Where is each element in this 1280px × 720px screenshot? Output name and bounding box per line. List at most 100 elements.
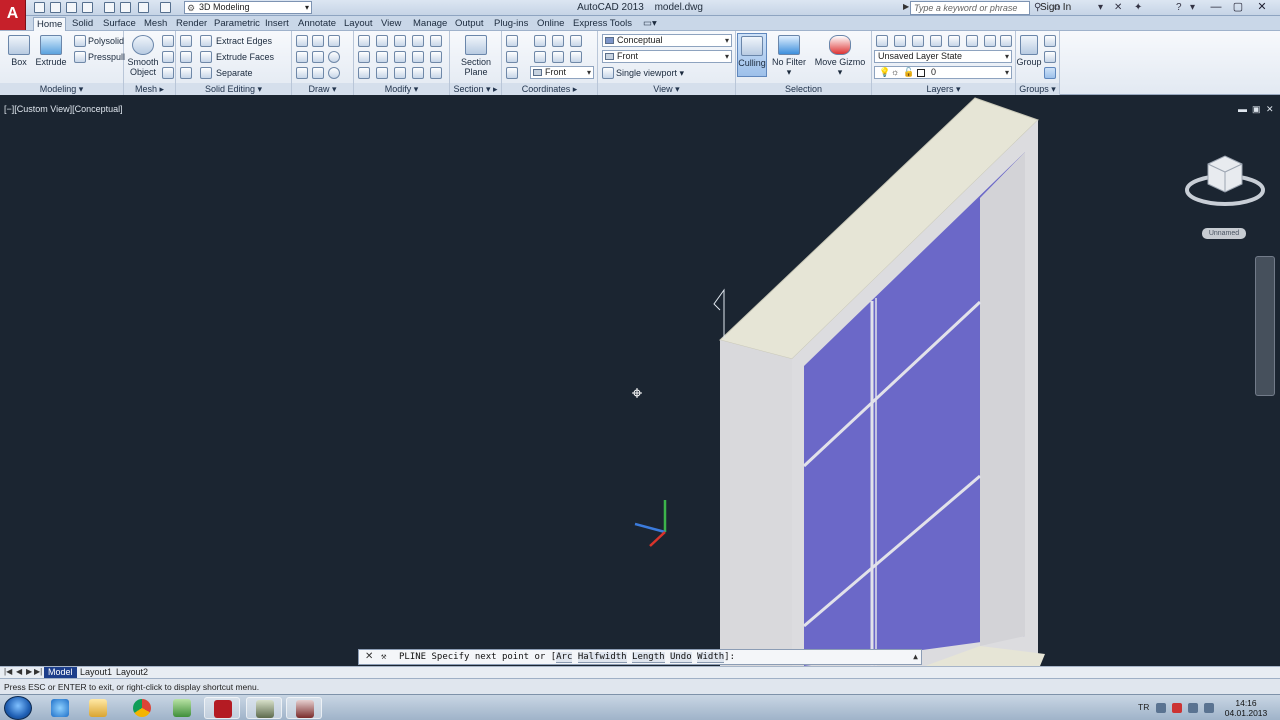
layer-properties-icon[interactable] xyxy=(876,35,888,47)
ucs-x-icon[interactable] xyxy=(534,51,546,63)
autocad-3-taskbar-icon[interactable] xyxy=(286,697,322,719)
fillet-icon[interactable] xyxy=(430,51,442,63)
minimize-button[interactable]: — xyxy=(1206,0,1226,15)
save-as-icon[interactable] xyxy=(82,2,93,13)
ucs-world-icon[interactable] xyxy=(534,35,546,47)
tab-view[interactable]: View xyxy=(378,17,404,31)
mesh-tool-icon-2[interactable] xyxy=(162,51,174,63)
new-file-icon[interactable] xyxy=(34,2,45,13)
redo-icon[interactable] xyxy=(160,2,171,13)
tab-render[interactable]: Render xyxy=(173,17,210,31)
union-icon[interactable] xyxy=(180,35,192,47)
ucs-origin-icon[interactable] xyxy=(552,35,564,47)
ucs-named-icon[interactable] xyxy=(506,67,518,79)
visual-style-dropdown[interactable]: Conceptual ▾ xyxy=(602,34,732,47)
layer-off-icon[interactable] xyxy=(948,35,960,47)
first-layout-icon[interactable]: |◀ xyxy=(4,667,12,676)
last-layout-icon[interactable]: ▶| xyxy=(34,667,42,676)
move-gizmo-button[interactable]: Move Gizmo ▾ xyxy=(814,33,866,77)
tab-output[interactable]: Output xyxy=(452,17,487,31)
close-command-line-icon[interactable]: ✕ xyxy=(365,650,373,664)
mirror-icon[interactable] xyxy=(358,51,370,63)
no-filter-button[interactable]: No Filter ▾ xyxy=(770,33,808,77)
ucs-z-icon[interactable] xyxy=(570,35,582,47)
tab-insert[interactable]: Insert xyxy=(262,17,292,31)
tab-parametric[interactable]: Parametric xyxy=(211,17,263,31)
file-explorer-icon[interactable] xyxy=(80,697,116,719)
tab-plug-ins[interactable]: Plug-ins xyxy=(491,17,531,31)
next-layout-icon[interactable]: ▶ xyxy=(26,667,32,676)
tab-overflow-icon[interactable]: ▭▾ xyxy=(640,17,660,31)
taskbar-clock[interactable]: 14:16 04.01.2013 xyxy=(1222,698,1270,718)
customize-wrench-icon[interactable]: ⚒ xyxy=(381,650,386,664)
presspull-button[interactable]: Presspull xyxy=(88,52,125,62)
extrude-faces-button[interactable]: Extrude Faces xyxy=(216,52,274,62)
panel-title-mesh[interactable]: Mesh ▸ xyxy=(124,83,175,95)
3d-scene[interactable] xyxy=(0,96,1280,666)
polyline-icon[interactable] xyxy=(296,35,308,47)
layer-freeze-icon[interactable] xyxy=(930,35,942,47)
cmd-option-halfwidth[interactable]: Halfwidth xyxy=(577,652,627,663)
layer-isolate-icon[interactable] xyxy=(894,35,906,47)
search-expand-icon[interactable]: ▶ xyxy=(903,2,909,11)
scale-icon[interactable] xyxy=(394,51,406,63)
exchange-icon[interactable]: ✕ xyxy=(1114,2,1122,13)
cmd-option-arc[interactable]: Arc xyxy=(556,652,573,663)
erase-icon[interactable] xyxy=(430,67,442,79)
tab-manage[interactable]: Manage xyxy=(410,17,450,31)
cmd-option-length[interactable]: Length xyxy=(632,652,665,663)
internet-explorer-icon[interactable] xyxy=(42,697,78,719)
intersect-icon[interactable] xyxy=(180,67,192,79)
cmd-option-undo[interactable]: Undo xyxy=(669,652,692,663)
tray-network-icon[interactable] xyxy=(1188,703,1198,713)
tab-surface[interactable]: Surface xyxy=(100,17,139,31)
extrude-button[interactable]: Extrude xyxy=(32,33,70,77)
panel-title-section[interactable]: Section ▾ ▸ xyxy=(450,83,501,95)
save-icon[interactable] xyxy=(66,2,77,13)
tray-volume-icon[interactable] xyxy=(1204,703,1214,713)
navigation-bar[interactable] xyxy=(1255,256,1275,396)
layer-unisolate-icon[interactable] xyxy=(912,35,924,47)
move-icon[interactable] xyxy=(358,35,370,47)
tab-express-tools[interactable]: Express Tools xyxy=(570,17,635,31)
align-icon[interactable] xyxy=(412,35,424,47)
panel-title-selection[interactable]: Selection xyxy=(736,83,871,95)
ungroup-icon[interactable] xyxy=(1044,35,1056,47)
group-button[interactable]: Group xyxy=(1016,33,1042,77)
circle-icon[interactable] xyxy=(328,51,340,63)
language-indicator[interactable]: TR xyxy=(1138,702,1149,712)
polygon-icon[interactable] xyxy=(296,67,308,79)
panel-title-layers[interactable]: Layers ▾ xyxy=(872,83,1015,95)
tray-flag-icon[interactable] xyxy=(1172,703,1182,713)
rectangle-icon[interactable] xyxy=(312,67,324,79)
group-edit-icon[interactable] xyxy=(1044,51,1056,63)
group-selection-icon[interactable] xyxy=(1044,67,1056,79)
star-icon[interactable]: ✦ xyxy=(1134,2,1142,13)
ucs-icon[interactable] xyxy=(506,35,518,47)
3d-rotate-icon[interactable] xyxy=(430,35,442,47)
panel-title-draw[interactable]: Draw ▾ xyxy=(292,83,353,95)
open-file-icon[interactable] xyxy=(50,2,61,13)
mesh-tool-icon-3[interactable] xyxy=(162,67,174,79)
ucs-y-icon[interactable] xyxy=(552,51,564,63)
layer-walk-icon[interactable] xyxy=(1000,35,1012,47)
ellipse-icon[interactable] xyxy=(328,67,340,79)
ucs-icon-2[interactable] xyxy=(506,51,518,63)
wcs-menu-button[interactable]: Unnamed xyxy=(1202,228,1246,239)
panel-title-modify[interactable]: Modify ▾ xyxy=(354,83,449,95)
current-layer-dropdown[interactable]: 💡 ☼ 🔓 0 ▾ xyxy=(874,66,1012,79)
signin-chevron-icon[interactable]: ▾ xyxy=(1098,2,1103,13)
subtract-icon[interactable] xyxy=(180,51,192,63)
help-icon[interactable]: ? xyxy=(1176,2,1182,13)
network-app-icon[interactable] xyxy=(164,697,200,719)
panel-title-modeling[interactable]: Modeling ▾ xyxy=(0,83,123,95)
line-icon[interactable] xyxy=(312,51,324,63)
viewport-restore-icon[interactable]: ▣ xyxy=(1252,104,1261,115)
layer-match-icon[interactable] xyxy=(984,35,996,47)
prev-layout-icon[interactable]: ◀ xyxy=(16,667,22,676)
chrome-icon[interactable] xyxy=(124,697,160,719)
workspace-dropdown[interactable]: ⚙ 3D Modeling ▾ xyxy=(184,1,312,14)
viewport-config-button[interactable]: Single viewport ▾ xyxy=(616,68,684,79)
viewport-minimize-icon[interactable]: ▬ xyxy=(1238,104,1247,114)
autocad-taskbar-icon[interactable] xyxy=(204,697,240,719)
